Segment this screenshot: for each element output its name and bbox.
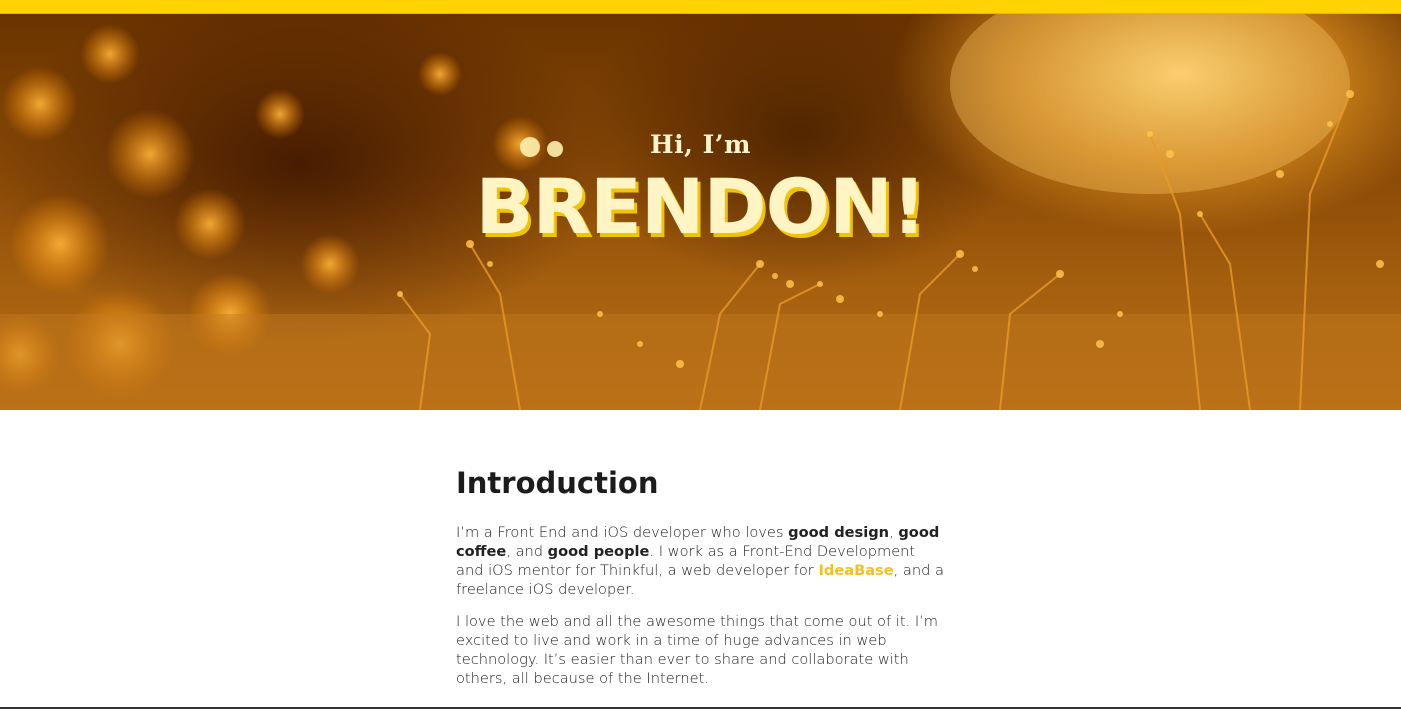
ideabase-link[interactable]: IdeaBase [818,562,893,579]
bold-good-design: good design [788,523,890,541]
intro-paragraph-2: I love the web and all the awesome thing… [456,612,938,687]
bold-good-people: good people [547,542,650,560]
text-segment: , and [506,542,548,560]
hero-name-title: BRENDON! [475,162,927,251]
hero-greeting: Hi, I’m [650,130,751,159]
top-accent-bar [0,0,1401,14]
text-segment: I’m a Front End and iOS developer who lo… [456,523,789,541]
hero-banner: Hi, I’m BRENDON! [0,14,1401,410]
text-segment: , [889,523,899,541]
section-heading: Introduction [456,466,659,500]
intro-paragraph-1: I’m a Front End and iOS developer who lo… [456,523,946,599]
introduction-section: Introduction I’m a Front End and iOS dev… [456,466,946,701]
